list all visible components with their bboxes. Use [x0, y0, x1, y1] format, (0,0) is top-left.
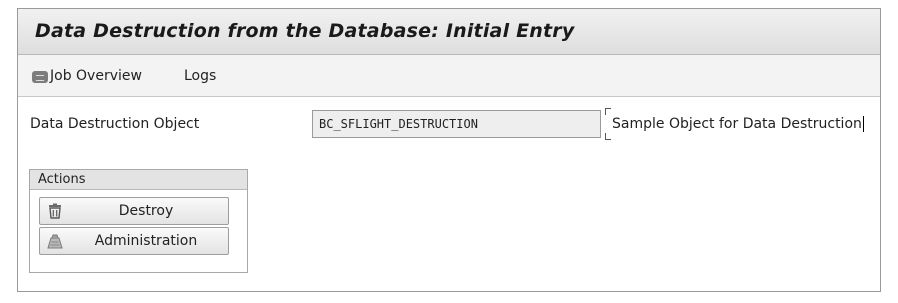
destroy-label: Destroy	[118, 203, 174, 219]
application-toolbar: Job Overview Logs	[18, 55, 880, 97]
actions-group-title: Actions	[30, 170, 247, 190]
object-description-text: Sample Object for Data Destruction	[612, 116, 862, 132]
actions-group: Actions Destroy Administration	[29, 169, 248, 273]
trash-icon	[49, 203, 61, 219]
destroy-button[interactable]: Destroy	[39, 197, 229, 225]
data-destruction-object-input[interactable]: BC_SFLIGHT_DESTRUCTION	[312, 110, 601, 138]
administration-icon	[47, 234, 63, 249]
job-overview-button[interactable]: Job Overview	[32, 68, 142, 84]
administration-label: Administration	[94, 233, 198, 249]
administration-button[interactable]: Administration	[39, 227, 229, 255]
page-title: Data Destruction from the Database: Init…	[35, 20, 575, 42]
main-window: Data Destruction from the Database: Init…	[17, 8, 881, 292]
job-overview-icon	[32, 71, 48, 83]
object-description: Sample Object for Data Destruction	[605, 108, 864, 140]
job-overview-label: Job Overview	[50, 68, 142, 84]
logs-button[interactable]: Logs	[184, 68, 216, 84]
title-bar: Data Destruction from the Database: Init…	[18, 9, 880, 55]
text-cursor	[862, 116, 864, 132]
data-destruction-object-label: Data Destruction Object	[30, 116, 200, 132]
